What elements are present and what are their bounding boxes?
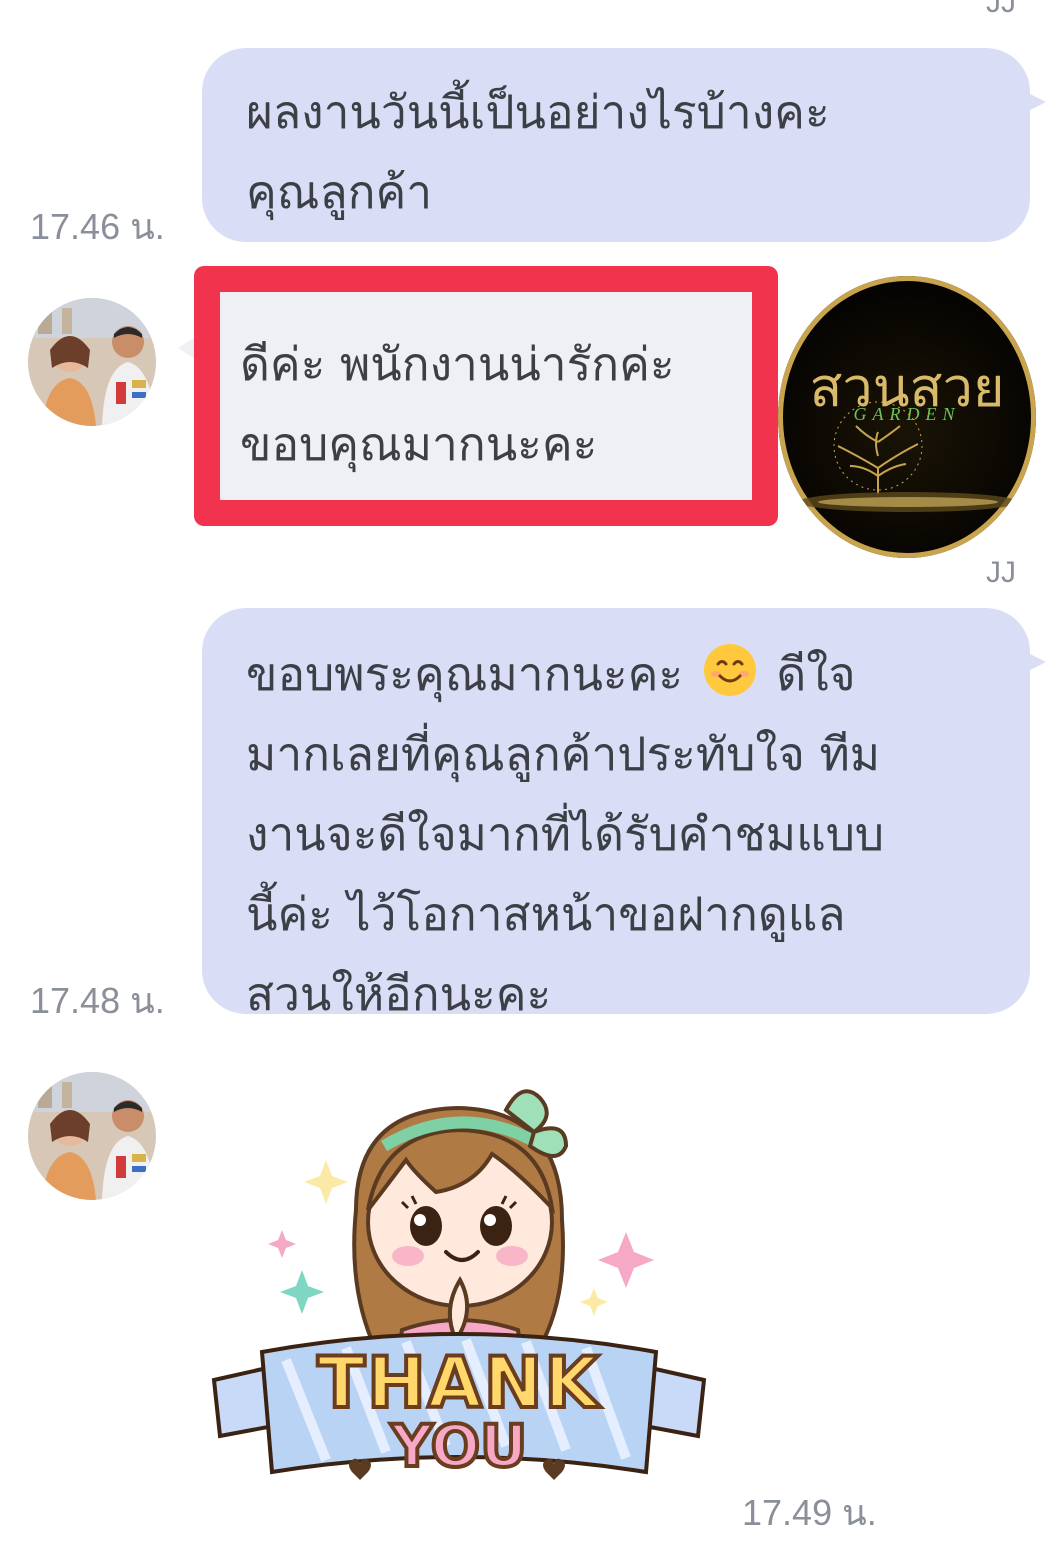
message-line: สวนให้อีกนะคะ [246,967,552,1021]
message-line: มากเลยที่คุณลูกค้าประทับใจ ทีม [246,727,881,781]
timestamp: 17.46 น. [30,206,165,247]
message-line: ขอบคุณมากนะคะ [240,417,598,471]
brand-logo[interactable]: สวนสวย GARDEN [778,276,1036,558]
message-line: ดีค่ะ พนักงานน่ารักค่ะ [240,337,675,391]
bubble-tail [1018,88,1046,116]
tree-icon [798,401,1018,512]
incoming-message-bubble[interactable]: ดีค่ะ พนักงานน่ารักค่ะ ขอบคุณมากนะคะ [220,292,752,500]
outgoing-message-bubble[interactable]: ขอบพระคุณมากนะคะ ดีใจ มากเลยที่คุณลูกค้า… [202,608,1046,1021]
contact-avatar[interactable] [28,298,156,426]
message-line: ขอบพระคุณมากนะคะ ดีใจ [246,634,1030,714]
message-line: นี้ค่ะ ไว้โอกาสหน้าขอฝากดูแล [246,887,846,941]
sender-name: JJ [986,556,1016,589]
message-text: ดีใจ [776,647,856,701]
message-line: ผลงานวันนี้เป็นอย่างไรบ้างคะ [246,85,830,139]
timestamp: 17.48 น. [30,980,165,1021]
bubble-tail [178,338,194,358]
message-text: ขอบพระคุณมากนะคะ [246,647,684,701]
message-line: คุณลูกค้า [246,165,433,219]
timestamp: 17.49 น. [742,1492,877,1533]
sticker-text-you: YOU [389,1410,529,1482]
message-line: งานจะดีใจมากที่ได้รับคำชมแบบ [246,807,885,861]
sender-name-top: JJ [986,0,1016,19]
outgoing-message-bubble[interactable]: ผลงานวันนี้เป็นอย่างไรบ้างคะ คุณลูกค้า [202,48,1046,242]
smiling-face-emoji-icon [703,644,756,696]
contact-avatar[interactable] [28,1072,156,1200]
bubble-tail [1018,648,1046,676]
thank-you-sticker[interactable]: THANK YOU [206,1080,712,1520]
